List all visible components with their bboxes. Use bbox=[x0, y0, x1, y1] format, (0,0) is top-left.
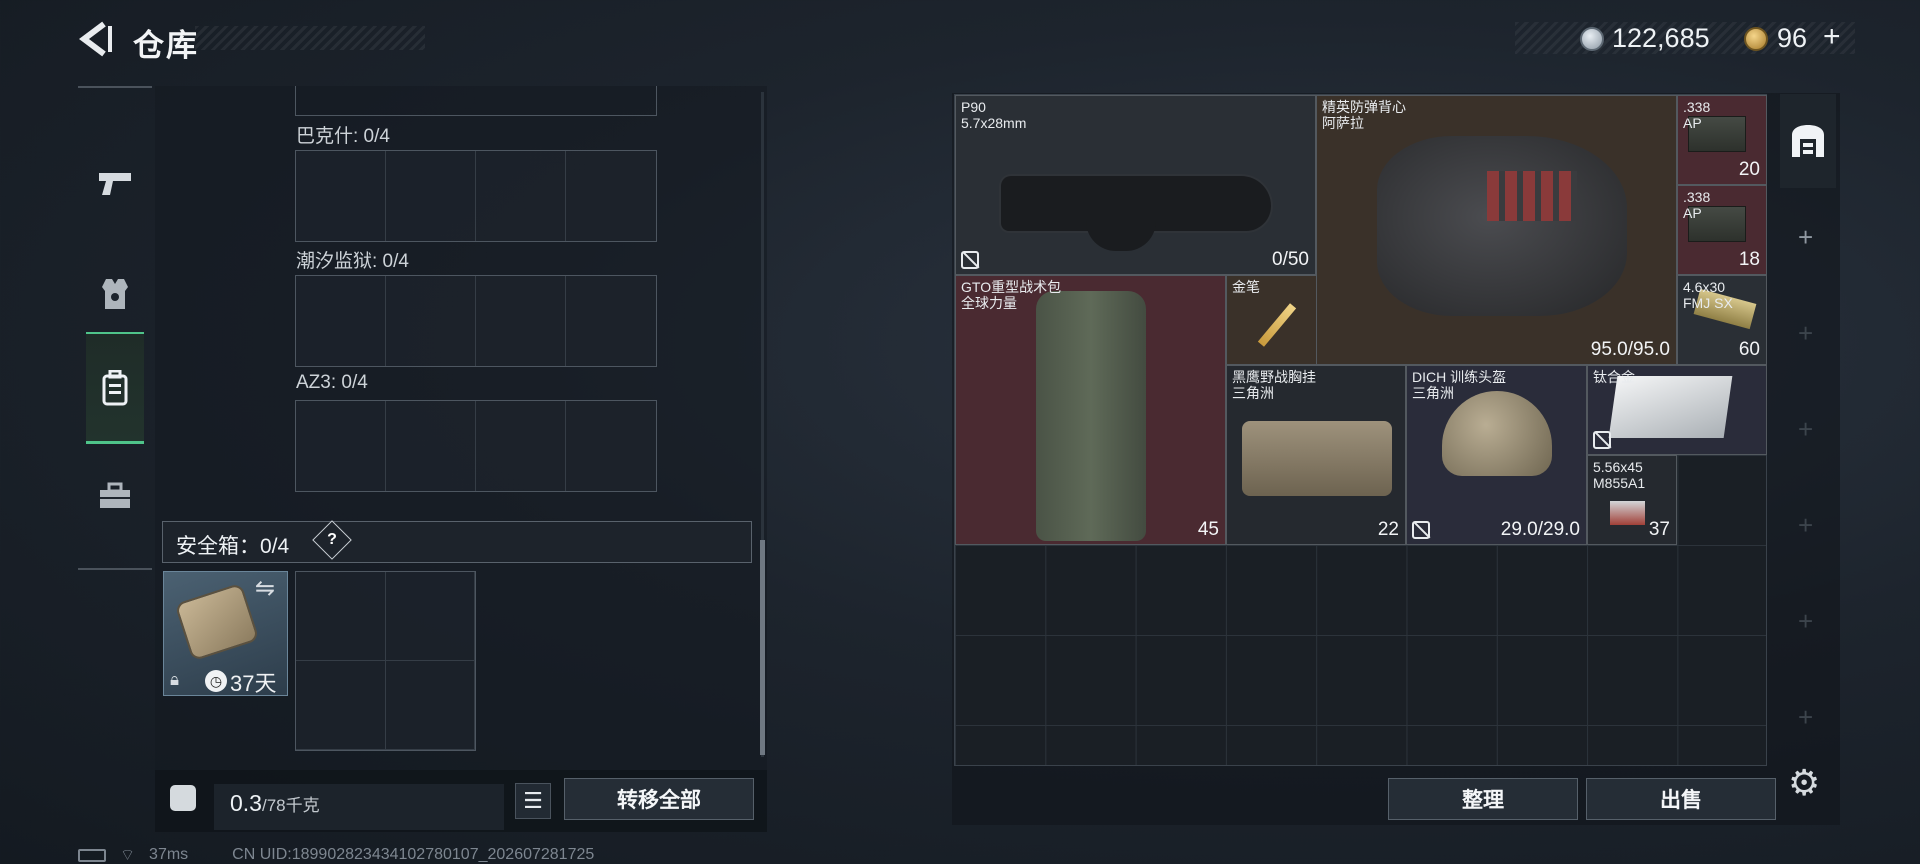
container-grid-partial bbox=[295, 86, 657, 116]
page-title: 仓库 bbox=[133, 28, 199, 63]
vest-image-plates bbox=[1487, 171, 1577, 221]
silver-amount: 122,685 bbox=[1612, 23, 1710, 53]
locked-stash-tab: + bbox=[1798, 702, 1814, 732]
gold-coin-icon bbox=[1744, 27, 1768, 51]
item-p90-qty: 0/50 bbox=[1272, 249, 1309, 270]
item-alloy-name: 钛合金 bbox=[1593, 369, 1635, 385]
item-338b-name: .338 AP bbox=[1683, 189, 1711, 221]
container-grid-az3[interactable] bbox=[295, 400, 657, 492]
gold-pen-image bbox=[1257, 303, 1297, 347]
item-338-ap-2[interactable]: .338 AP 18 bbox=[1677, 185, 1767, 275]
item-m855-qty: 37 bbox=[1648, 519, 1670, 540]
clock-icon: ◷ bbox=[205, 670, 227, 692]
backpack-image bbox=[1036, 291, 1146, 541]
title-decoration bbox=[195, 26, 425, 50]
add-currency-button[interactable]: + bbox=[1823, 20, 1841, 54]
swap-icon[interactable]: ⇋ bbox=[255, 574, 275, 603]
container-label-bakshi: 巴克什: 0/4 bbox=[296, 126, 390, 147]
item-gold-pen[interactable]: 金笔 bbox=[1226, 275, 1316, 365]
lock-icon: 🔒︎ bbox=[170, 670, 180, 689]
item-rig-qty: 22 bbox=[1377, 519, 1399, 540]
item-backpack-qty: 45 bbox=[1197, 519, 1219, 540]
item-dich-helmet[interactable]: DICH 训练头盔 三角洲 29.0/29.0 bbox=[1406, 365, 1587, 545]
battery-icon bbox=[78, 848, 106, 862]
item-338-ap-1[interactable]: .338 AP 20 bbox=[1677, 95, 1767, 185]
nav-toolbox[interactable] bbox=[86, 440, 144, 552]
item-338b-qty: 18 bbox=[1738, 249, 1760, 270]
item-338a-name: .338 AP bbox=[1683, 99, 1711, 131]
stash-tabs: + + + + + + bbox=[1780, 94, 1840, 774]
container-grid-bakshi[interactable] bbox=[295, 150, 657, 242]
wifi-icon: ⌔ bbox=[120, 847, 136, 864]
list-icon: ☰ bbox=[523, 788, 543, 813]
safe-box-days: 37天 bbox=[230, 671, 277, 696]
item-p90[interactable]: P90 5.7x28mm 0/50 bbox=[955, 95, 1316, 275]
nav-backpack[interactable] bbox=[86, 332, 144, 444]
item-fmj-qty: 60 bbox=[1738, 339, 1760, 360]
helmet-image bbox=[1442, 391, 1552, 476]
locked-stash-tab: + bbox=[1798, 606, 1814, 636]
item-backpack-name: GTO重型战术包 全球力量 bbox=[961, 279, 1062, 311]
safe-box-label: 安全箱：0/4 bbox=[176, 535, 290, 558]
safe-box-grid[interactable] bbox=[295, 571, 476, 751]
settings-gear-icon[interactable]: ⚙ bbox=[1788, 762, 1820, 804]
vest-image bbox=[1377, 136, 1627, 316]
weight-max: /78千克 bbox=[261, 796, 320, 815]
ammo-box-image bbox=[1610, 501, 1645, 525]
weight-display: 0.3/78千克 bbox=[214, 784, 504, 830]
armor-vest-icon bbox=[102, 279, 128, 309]
item-helmet-name: DICH 训练头盔 三角洲 bbox=[1412, 369, 1507, 401]
container-grid-tidal-prison[interactable] bbox=[295, 275, 657, 367]
locked-stash-tab: + bbox=[1798, 510, 1814, 540]
list-view-button[interactable]: ☰ bbox=[515, 783, 551, 819]
item-chest-rig[interactable]: 黑鹰野战胸挂 三角洲 22 bbox=[1226, 365, 1406, 545]
item-338a-qty: 20 bbox=[1738, 159, 1760, 180]
item-titanium-alloy[interactable]: 钛合金 bbox=[1587, 365, 1767, 455]
item-vest-qty: 95.0/95.0 bbox=[1590, 339, 1670, 360]
back-arrow-icon[interactable] bbox=[76, 20, 116, 58]
category-nav bbox=[78, 86, 152, 570]
item-pen-name: 金笔 bbox=[1232, 279, 1260, 295]
silver-coin-icon bbox=[1580, 27, 1604, 51]
ping: 37ms bbox=[149, 846, 189, 863]
no-trade-icon bbox=[1593, 431, 1611, 449]
item-m855-name: 5.56x45 M855A1 bbox=[1593, 459, 1646, 491]
nav-pistol[interactable] bbox=[86, 128, 144, 240]
transfer-all-button[interactable]: 转移全部 bbox=[564, 778, 754, 820]
uid: CN UID:189902823434102780107_20260728172… bbox=[232, 846, 595, 863]
stash-grid[interactable]: P90 5.7x28mm 0/50 精英防弹背心 阿萨拉 95.0/95.0 .… bbox=[954, 94, 1767, 766]
sell-button[interactable]: 出售 bbox=[1586, 778, 1776, 820]
item-fmj-name: 4.6x30 FMJ SX bbox=[1683, 279, 1733, 311]
chest-rig-image bbox=[1242, 421, 1392, 496]
status-bar: ⌔ 37ms CN UID:189902823434102780107_2026… bbox=[78, 845, 594, 864]
no-trade-icon bbox=[961, 251, 979, 269]
add-stash-tab-button[interactable]: + bbox=[1798, 222, 1813, 253]
item-rig-name: 黑鹰野战胸挂 三角洲 bbox=[1232, 369, 1316, 401]
warehouse-icon bbox=[1792, 125, 1824, 157]
locked-stash-tab: + bbox=[1798, 414, 1814, 444]
container-label-tidal-prison: 潮汐监狱: 0/4 bbox=[296, 251, 409, 272]
no-trade-icon bbox=[1412, 521, 1430, 539]
sort-button[interactable]: 整理 bbox=[1388, 778, 1578, 820]
item-46x30-fmj[interactable]: 4.6x30 FMJ SX 60 bbox=[1677, 275, 1767, 365]
locked-stash-tab: + bbox=[1798, 318, 1814, 348]
toolbox-icon bbox=[100, 482, 130, 508]
item-556-m855a1[interactable]: 5.56x45 M855A1 37 bbox=[1587, 455, 1677, 545]
item-helmet-qty: 29.0/29.0 bbox=[1500, 519, 1580, 540]
scrollbar-thumb[interactable] bbox=[760, 540, 765, 755]
item-elite-vest[interactable]: 精英防弹背心 阿萨拉 95.0/95.0 bbox=[1316, 95, 1677, 365]
weight-current: 0.3 bbox=[230, 790, 262, 816]
gold-amount: 96 bbox=[1777, 23, 1808, 53]
stash-tab-main[interactable] bbox=[1780, 94, 1836, 188]
weight-icon bbox=[170, 785, 196, 811]
item-p90-name: P90 5.7x28mm bbox=[961, 99, 1027, 131]
item-vest-name: 精英防弹背心 阿萨拉 bbox=[1322, 99, 1406, 131]
titanium-alloy-image bbox=[1608, 376, 1733, 438]
help-label: ? bbox=[327, 531, 337, 548]
backpack-icon bbox=[102, 369, 128, 405]
pistol-icon bbox=[99, 173, 131, 195]
container-label-az3: AZ3: 0/4 bbox=[296, 372, 368, 393]
item-gto-backpack[interactable]: GTO重型战术包 全球力量 45 bbox=[955, 275, 1226, 545]
p90-image-stock bbox=[1086, 221, 1156, 251]
